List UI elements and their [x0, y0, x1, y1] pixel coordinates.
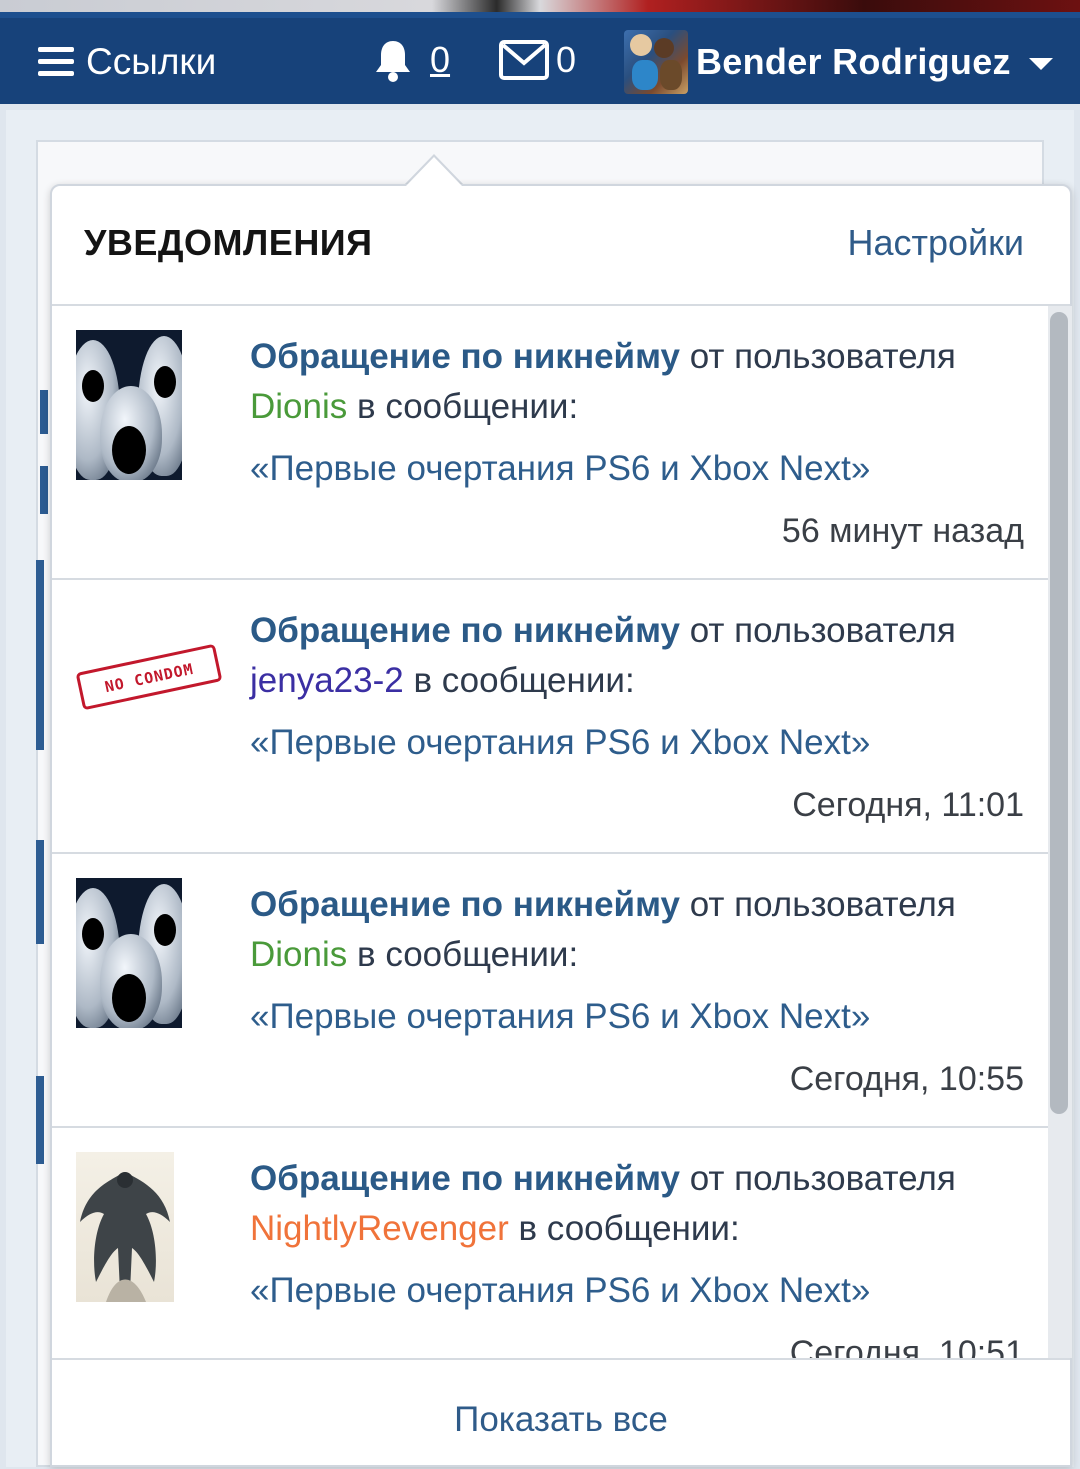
page-sidebar-accent	[36, 840, 44, 944]
notification-in-text: в сообщении:	[518, 1209, 740, 1248]
notification-action: Обращение по никнейму	[250, 885, 680, 924]
notification-from-text: от пользователя	[689, 885, 956, 924]
notification-thread-link[interactable]: «Первые очертания PS6 и Xbox Next»	[250, 992, 1040, 1042]
top-banner	[0, 0, 1080, 12]
user-avatar	[624, 30, 688, 94]
masks-avatar[interactable]	[76, 330, 182, 480]
notification-action: Обращение по никнейму	[250, 1159, 680, 1198]
notification-from-text: от пользователя	[689, 1159, 956, 1198]
alerts-count[interactable]: 0	[430, 38, 450, 82]
dark-angel-avatar[interactable]	[76, 1152, 182, 1302]
notification-user-link[interactable]: jenya23-2	[250, 661, 404, 700]
links-menu-label: Ссылки	[86, 41, 217, 82]
notifications-popup: УВЕДОМЛЕНИЯ Настройки Обращение по никне…	[50, 184, 1072, 1467]
page-sidebar-accent	[40, 390, 48, 434]
angel-icon	[80, 1172, 170, 1302]
notifications-list[interactable]: Обращение по никнейму от пользователя Di…	[52, 306, 1048, 1358]
popup-footer: Показать все	[52, 1358, 1070, 1469]
popup-pointer-fill	[406, 157, 462, 186]
notification-from-text: от пользователя	[689, 337, 956, 376]
user-name: Bender Rodriguez	[696, 41, 1011, 82]
notification-in-text: в сообщении:	[357, 387, 579, 426]
notification-text: Обращение по никнейму от пользователя Ni…	[250, 1154, 1040, 1316]
notification-from-text: от пользователя	[689, 611, 956, 650]
notification-item[interactable]: NO CONDOM Обращение по никнейму от польз…	[52, 580, 1048, 854]
notification-time: Сегодня, 10:51	[789, 1334, 1024, 1358]
user-menu-button[interactable]: Bender Rodriguez	[624, 30, 1053, 94]
messages-button[interactable]: 0	[498, 38, 576, 82]
notification-thread-link[interactable]: «Первые очертания PS6 и Xbox Next»	[250, 444, 1040, 494]
settings-link[interactable]: Настройки	[847, 222, 1024, 264]
notification-item[interactable]: Обращение по никнейму от пользователя Di…	[52, 854, 1048, 1128]
no-condom-stamp-avatar[interactable]: NO CONDOM	[76, 604, 226, 754]
masks-avatar[interactable]	[76, 878, 182, 1028]
notification-text: Обращение по никнейму от пользователя Di…	[250, 880, 1040, 1042]
notification-thread-link[interactable]: «Первые очертания PS6 и Xbox Next»	[250, 1266, 1040, 1316]
bell-icon	[376, 41, 410, 82]
notification-time: Сегодня, 11:01	[792, 786, 1024, 824]
notification-user-link[interactable]: Dionis	[250, 387, 347, 426]
page-sidebar-accent	[40, 466, 48, 514]
hamburger-icon	[38, 47, 74, 77]
notification-in-text: в сообщении:	[413, 661, 635, 700]
notification-action: Обращение по никнейму	[250, 337, 680, 376]
caret-down-icon	[1028, 58, 1053, 70]
envelope-icon	[499, 40, 549, 80]
notification-item[interactable]: Обращение по никнейму от пользователя Di…	[52, 306, 1048, 580]
notification-text: Обращение по никнейму от пользователя je…	[250, 606, 1040, 768]
links-menu-button[interactable]: Ссылки	[38, 36, 216, 88]
show-all-link[interactable]: Показать все	[52, 1400, 1070, 1440]
page-sidebar-accent	[36, 1076, 44, 1164]
notification-time: 56 минут назад	[781, 512, 1024, 550]
notification-thread-link[interactable]: «Первые очертания PS6 и Xbox Next»	[250, 718, 1040, 768]
alerts-button[interactable]: 0	[372, 38, 450, 82]
notification-item[interactable]: Обращение по никнейму от пользователя Ni…	[52, 1128, 1048, 1358]
page-sidebar-accent	[36, 560, 44, 750]
notification-in-text: в сообщении:	[357, 935, 579, 974]
scrollbar-thumb[interactable]	[1050, 312, 1068, 1114]
notification-user-link[interactable]: Dionis	[250, 935, 347, 974]
navbar: Ссылки 0 0 Bender Rodriguez	[0, 12, 1080, 104]
popup-header: УВЕДОМЛЕНИЯ Настройки	[52, 186, 1070, 306]
notification-user-link[interactable]: NightlyRevenger	[250, 1209, 509, 1248]
notification-time: Сегодня, 10:55	[789, 1060, 1024, 1098]
notification-action: Обращение по никнейму	[250, 611, 680, 650]
popup-title: УВЕДОМЛЕНИЯ	[84, 222, 373, 263]
stamp-text: NO CONDOM	[76, 643, 223, 711]
messages-count: 0	[556, 39, 577, 80]
notification-text: Обращение по никнейму от пользователя Di…	[250, 332, 1040, 494]
